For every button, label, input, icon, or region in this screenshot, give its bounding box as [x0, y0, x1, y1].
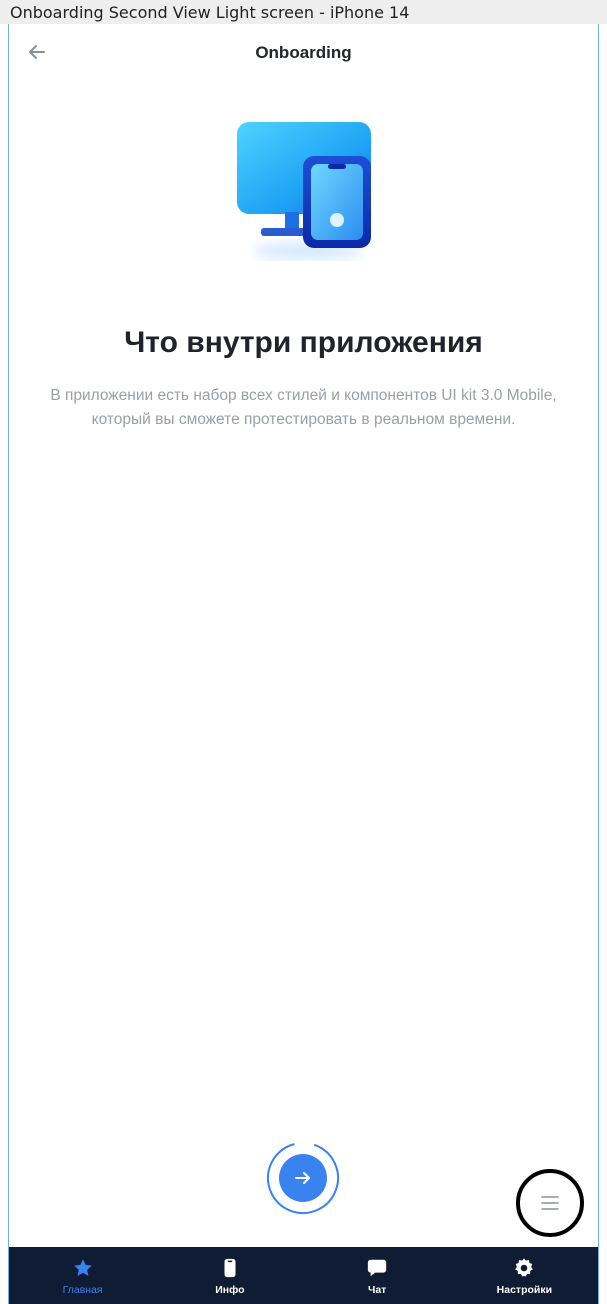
next-step-control — [265, 1136, 345, 1216]
tab-label: Главная — [62, 1284, 103, 1296]
tab-chat[interactable]: Чат — [304, 1247, 451, 1304]
tab-settings[interactable]: Настройки — [451, 1247, 598, 1304]
tab-info[interactable]: Инфо — [156, 1247, 303, 1304]
phone-screen: Onboarding Что внутри приложения В прило… — [8, 24, 599, 1304]
frame-caption: Onboarding Second View Light screen - iP… — [0, 0, 607, 24]
menu-button[interactable] — [516, 1169, 584, 1237]
tab-home[interactable]: Главная — [9, 1247, 156, 1304]
gear-icon — [513, 1257, 535, 1279]
phone-icon — [219, 1257, 241, 1279]
hamburger-icon — [541, 1196, 559, 1210]
star-icon — [72, 1257, 94, 1279]
tab-label: Настройки — [496, 1284, 553, 1296]
arrow-right-icon — [295, 1172, 310, 1184]
onboarding-headline: Что внутри приложения — [124, 326, 483, 359]
chat-bubble-icon — [366, 1257, 388, 1279]
onboarding-description: В приложении есть набор всех стилей и ко… — [50, 387, 557, 428]
devices-illustration — [237, 122, 371, 259]
next-button[interactable] — [279, 1154, 327, 1202]
bottom-tab-bar: Главная Инфо Чат Настройки — [9, 1247, 598, 1304]
top-bar: Onboarding — [9, 24, 598, 84]
tab-label: Чат — [367, 1284, 387, 1296]
tab-label: Инфо — [215, 1284, 245, 1296]
page-title: Onboarding — [255, 43, 352, 62]
